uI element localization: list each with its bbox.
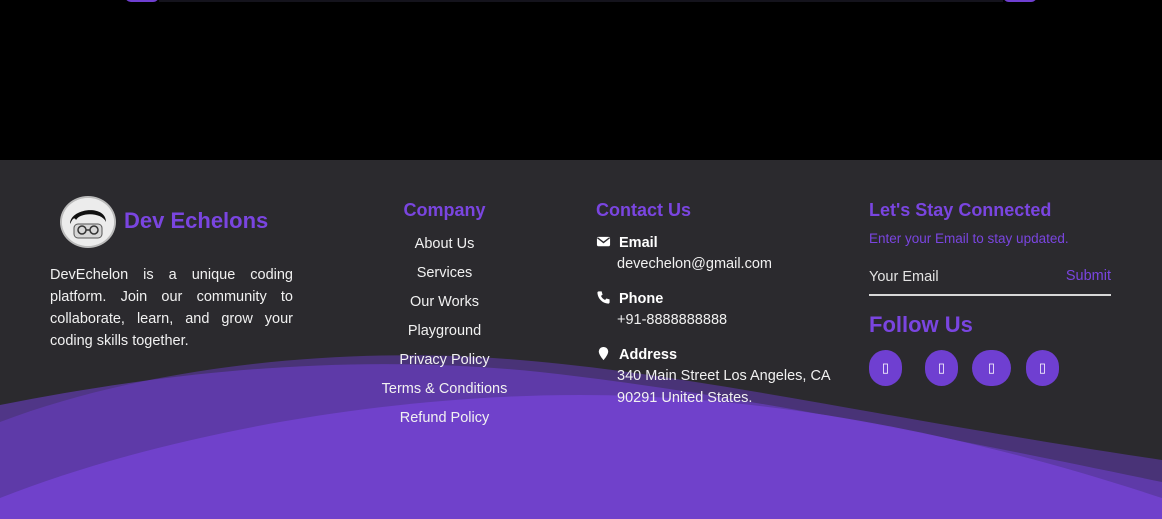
contact-phone: Phone +91-8888888888 xyxy=(596,289,846,331)
address-value: 340 Main Street Los Angeles, CA 90291 Un… xyxy=(617,368,830,406)
contact-email: Email devechelon@gmail.com xyxy=(596,233,846,275)
email-subscribe-form: Submit xyxy=(869,264,1111,296)
follow-heading: Follow Us xyxy=(869,312,973,337)
social-icon[interactable]: ▯ xyxy=(869,350,902,386)
link-our-works[interactable]: Our Works xyxy=(362,291,527,320)
slider-track xyxy=(159,0,1003,2)
social-icon[interactable]: ▯ xyxy=(1026,350,1059,386)
brand-logo xyxy=(60,196,116,248)
email-value[interactable]: devechelon@gmail.com xyxy=(596,253,846,275)
brand-name[interactable]: Dev Echelons xyxy=(124,208,268,234)
top-slider-bar xyxy=(125,0,1037,3)
contact-address: Address 340 Main Street Los Angeles, CA … xyxy=(596,345,846,409)
link-about-us[interactable]: About Us xyxy=(362,233,527,262)
email-label: Email xyxy=(619,235,658,251)
link-playground[interactable]: Playground xyxy=(362,320,527,349)
company-section: Company About Us Services Our Works Play… xyxy=(362,200,527,436)
newsletter-section: Let's Stay Connected Enter your Email to… xyxy=(869,200,1111,388)
contact-section: Contact Us Email devechelon@gmail.com Ph… xyxy=(596,200,846,423)
social-icon[interactable]: ▯ xyxy=(925,350,958,386)
social-icon[interactable]: ▯ xyxy=(972,350,1011,386)
link-refund-policy[interactable]: Refund Policy xyxy=(362,407,527,436)
phone-label: Phone xyxy=(619,291,664,307)
address-label: Address xyxy=(619,347,678,363)
link-privacy-policy[interactable]: Privacy Policy xyxy=(362,349,527,378)
phone-icon xyxy=(596,290,611,309)
envelope-icon xyxy=(596,234,611,253)
contact-heading: Contact Us xyxy=(596,200,692,220)
email-input[interactable] xyxy=(869,264,1054,290)
link-services[interactable]: Services xyxy=(362,262,527,291)
connect-subtext: Enter your Email to stay updated. xyxy=(869,231,1069,246)
link-terms-conditions[interactable]: Terms & Conditions xyxy=(362,378,527,407)
phone-value[interactable]: +91-8888888888 xyxy=(596,309,846,331)
slider-right-cap xyxy=(1003,0,1037,2)
company-heading: Company xyxy=(403,200,486,220)
social-links: ▯ ▯ ▯ ▯ xyxy=(869,350,1111,388)
submit-button[interactable]: Submit xyxy=(1066,268,1111,284)
location-pin-icon xyxy=(596,346,611,365)
company-links: About Us Services Our Works Playground P… xyxy=(362,233,527,436)
site-footer: Dev Echelons DevEchelon is a unique codi… xyxy=(0,160,1162,519)
connect-heading: Let's Stay Connected xyxy=(869,200,1052,220)
brand-description: DevEchelon is a unique coding platform. … xyxy=(50,267,293,349)
slider-left-cap xyxy=(125,0,159,2)
